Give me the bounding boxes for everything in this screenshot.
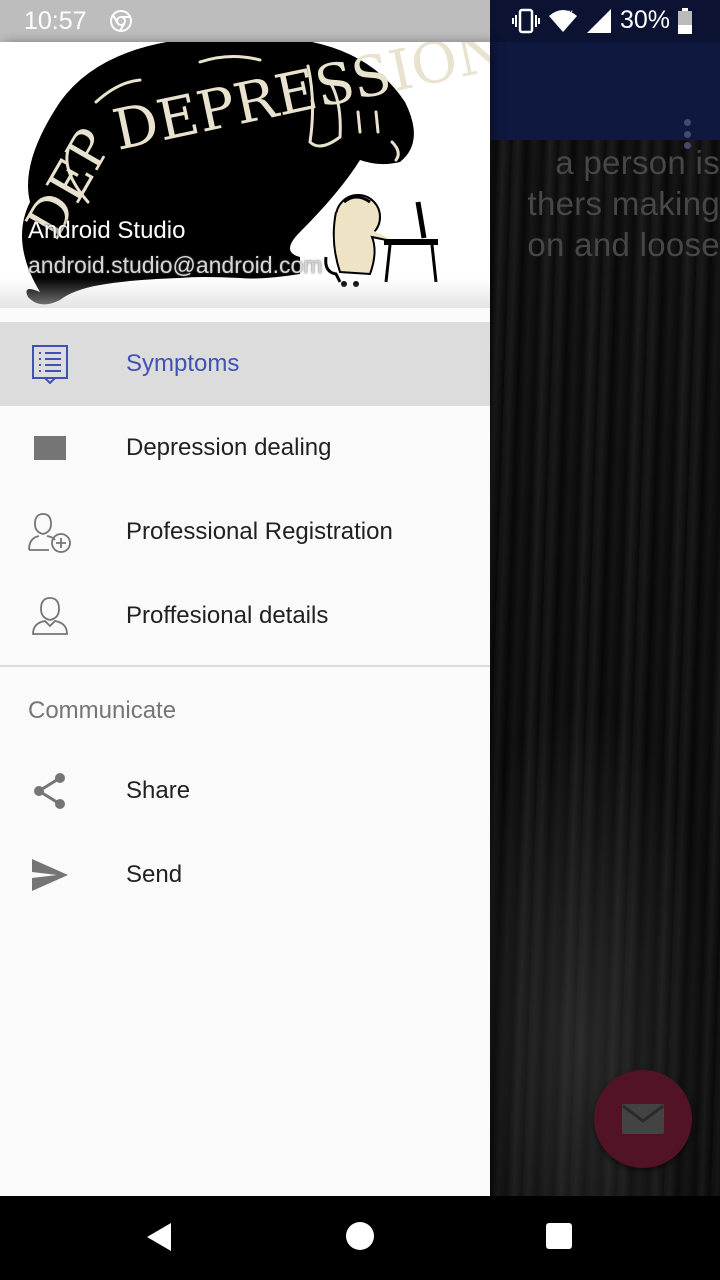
menu-item-send[interactable]: Send: [0, 833, 490, 917]
drawer-scrim[interactable]: [490, 42, 720, 1196]
wifi-icon: x: [549, 8, 577, 32]
user-email: android.studio@android.com: [28, 252, 323, 278]
menu-item-label: Proffesional details: [126, 602, 329, 629]
back-icon[interactable]: [146, 1222, 172, 1252]
menu-item-share[interactable]: Share: [0, 749, 490, 833]
system-navigation-bar: [0, 1196, 720, 1280]
send-icon: [26, 851, 74, 899]
section-title-label: Communicate: [28, 697, 177, 724]
menu-item-label: Symptoms: [126, 350, 240, 377]
navigation-drawer: DEP DEPRESSION Android Studio android.st…: [0, 42, 490, 1196]
drawer-header: DEP DEPRESSION Android Studio android.st…: [0, 42, 490, 308]
menu-item-professional-registration[interactable]: Professional Registration: [0, 490, 490, 574]
person-at-desk-illustration: [324, 194, 438, 287]
menu-item-proffesional-details[interactable]: Proffesional details: [0, 574, 490, 658]
section-title-communicate: Communicate: [0, 667, 490, 749]
drawer-menu: Symptoms Depression dealing Professional…: [0, 322, 490, 917]
battery-icon: [678, 7, 693, 34]
list-icon: [26, 340, 74, 388]
square-icon: [26, 424, 74, 472]
home-icon[interactable]: [346, 1222, 374, 1250]
add-person-icon: [26, 508, 74, 556]
status-time: 10:57: [24, 7, 87, 35]
menu-item-label: Professional Registration: [126, 518, 393, 545]
share-icon: [26, 767, 74, 815]
menu-item-symptoms[interactable]: Symptoms: [0, 322, 490, 406]
person-icon: [26, 592, 74, 640]
menu-item-label: Send: [126, 861, 183, 888]
chrome-icon: [110, 10, 132, 32]
battery-percent: 30%: [620, 6, 671, 34]
user-name: Android Studio: [28, 217, 186, 244]
menu-item-label: Share: [126, 777, 191, 804]
recents-icon[interactable]: [546, 1223, 572, 1249]
menu-item-depression-dealing[interactable]: Depression dealing: [0, 406, 490, 490]
svg-text:x: x: [568, 8, 573, 19]
menu-item-label: Depression dealing: [126, 434, 332, 461]
status-bar: 10:57 x 30%: [0, 0, 720, 42]
vibrate-icon: [512, 8, 540, 33]
cell-signal-icon: [587, 8, 611, 33]
